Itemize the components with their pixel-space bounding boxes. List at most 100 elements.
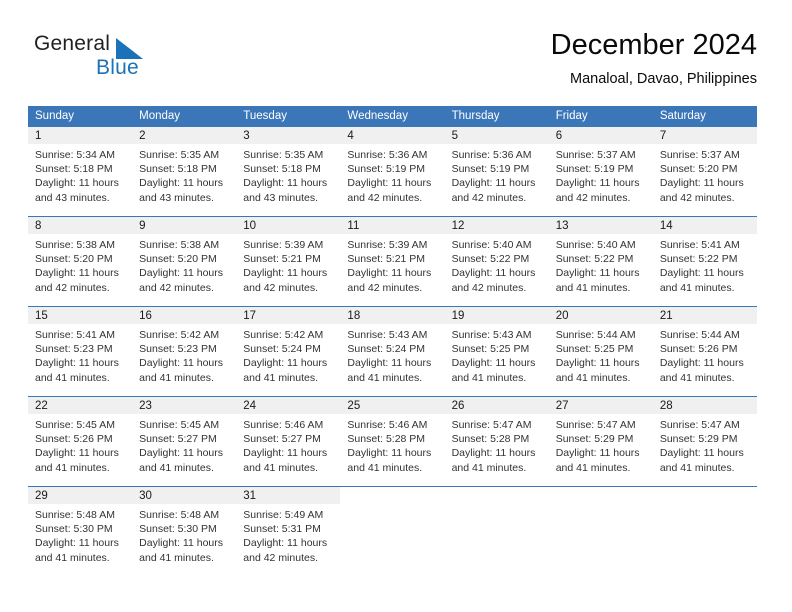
calendar-day-cell[interactable]: 28 Sunrise: 5:47 AM Sunset: 5:29 PM Dayligh… [652,396,757,487]
calendar-day-cell[interactable]: 12 Sunrise: 5:40 AM Sunset: 5:22 PM Dayligh… [444,216,549,307]
daylight-text-line1: Daylight: 11 hours [659,357,744,370]
sunrise-text: Sunrise: 5:47 AM [659,419,740,431]
day-cell-inner: 13 Sunrise: 5:40 AM Sunset: 5:22 PM Dayligh… [548,217,653,306]
calendar-day-cell[interactable]: 10 Sunrise: 5:39 AM Sunset: 5:21 PM Dayligh… [236,216,341,307]
calendar-day-cell-empty [444,486,549,576]
daylight-text-line2: and 41 minutes. [659,461,735,474]
sunrise-text: Sunrise: 5:43 AM [347,329,428,341]
sunrise-text: Sunrise: 5:38 AM [139,239,220,251]
day-number [549,487,653,504]
sunset-text: Sunset: 5:27 PM [243,433,321,446]
page-title: December 2024 [550,29,757,61]
calendar-day-cell[interactable]: 8 Sunrise: 5:38 AM Sunset: 5:20 PM Daylight… [28,216,133,307]
calendar-day-cell[interactable]: 22 Sunrise: 5:45 AM Sunset: 5:26 PM Dayligh… [28,396,133,487]
calendar-day-cell[interactable]: 11 Sunrise: 5:39 AM Sunset: 5:21 PM Dayligh… [340,216,445,307]
day-cell-inner: 17 Sunrise: 5:42 AM Sunset: 5:24 PM Dayligh… [236,307,341,396]
day-number [653,487,757,504]
calendar-day-cell[interactable]: 27 Sunrise: 5:47 AM Sunset: 5:29 PM Dayligh… [548,396,653,487]
daylight-text-line2: and 41 minutes. [35,461,110,474]
daylight-text-line1: Daylight: 11 hours [243,177,328,190]
calendar-day-cell[interactable]: 21 Sunrise: 5:44 AM Sunset: 5:26 PM Dayligh… [652,306,757,397]
day-details: Sunrise: 5:47 AM Sunset: 5:29 PM Daylight:… [653,414,757,475]
calendar-day-cell[interactable]: 30 Sunrise: 5:48 AM Sunset: 5:30 PM Dayligh… [132,486,237,576]
daylight-text-line2: and 41 minutes. [555,281,631,294]
day-number: 21 [652,307,757,324]
calendar-day-cell[interactable]: 19 Sunrise: 5:43 AM Sunset: 5:25 PM Dayligh… [444,306,549,397]
day-details [653,504,757,508]
daylight-text-line2: and 41 minutes. [139,461,214,474]
calendar-day-cell[interactable]: 23 Sunrise: 5:45 AM Sunset: 5:27 PM Dayligh… [132,396,237,487]
sunrise-text: Sunrise: 5:41 AM [659,239,740,251]
day-cell-inner: 23 Sunrise: 5:45 AM Sunset: 5:27 PM Dayligh… [132,397,237,486]
day-details: Sunrise: 5:36 AM Sunset: 5:19 PM Daylight:… [445,144,549,205]
day-details: Sunrise: 5:37 AM Sunset: 5:19 PM Daylight:… [549,144,653,205]
day-number: 1 [28,127,133,144]
sunrise-text: Sunrise: 5:48 AM [139,509,220,521]
calendar-day-cell[interactable]: 4 Sunrise: 5:36 AM Sunset: 5:19 PM Daylight… [340,127,445,217]
day-details: Sunrise: 5:44 AM Sunset: 5:25 PM Daylight:… [549,324,653,385]
sunrise-text: Sunrise: 5:44 AM [659,329,740,341]
day-cell-inner [445,487,549,576]
day-cell-inner: 16 Sunrise: 5:42 AM Sunset: 5:23 PM Dayligh… [132,307,237,396]
calendar-day-cell[interactable]: 1 Sunrise: 5:34 AM Sunset: 5:18 PM Daylight… [28,127,133,217]
sunset-text: Sunset: 5:18 PM [243,163,321,176]
daylight-text-line2: and 41 minutes. [347,461,423,474]
calendar-day-cell[interactable]: 9 Sunrise: 5:38 AM Sunset: 5:20 PM Daylight… [132,216,237,307]
calendar-day-cell[interactable]: 20 Sunrise: 5:44 AM Sunset: 5:25 PM Dayligh… [548,306,653,397]
day-details: Sunrise: 5:44 AM Sunset: 5:26 PM Daylight:… [653,324,757,385]
calendar-day-cell[interactable]: 17 Sunrise: 5:42 AM Sunset: 5:24 PM Dayligh… [236,306,341,397]
sunrise-text: Sunrise: 5:40 AM [555,239,636,251]
sunrise-text: Sunrise: 5:47 AM [451,419,532,431]
day-cell-inner: 28 Sunrise: 5:47 AM Sunset: 5:29 PM Dayligh… [652,397,757,486]
calendar-day-cell-empty [548,486,653,576]
daylight-text-line1: Daylight: 11 hours [243,537,328,550]
daylight-text-line1: Daylight: 11 hours [659,267,744,280]
daylight-text-line1: Daylight: 11 hours [243,267,328,280]
sunrise-text: Sunrise: 5:40 AM [451,239,532,251]
calendar-day-cell[interactable]: 24 Sunrise: 5:46 AM Sunset: 5:27 PM Dayligh… [236,396,341,487]
sunset-text: Sunset: 5:31 PM [243,523,321,536]
calendar-day-cell[interactable]: 5 Sunrise: 5:36 AM Sunset: 5:19 PM Daylight… [444,127,549,217]
day-number: 15 [28,307,133,324]
sunset-text: Sunset: 5:20 PM [139,253,217,266]
calendar-day-cell[interactable]: 25 Sunrise: 5:46 AM Sunset: 5:28 PM Dayligh… [340,396,445,487]
day-cell-inner: 12 Sunrise: 5:40 AM Sunset: 5:22 PM Dayligh… [444,217,549,306]
calendar-day-cell[interactable]: 2 Sunrise: 5:35 AM Sunset: 5:18 PM Daylight… [132,127,237,217]
day-cell-inner: 19 Sunrise: 5:43 AM Sunset: 5:25 PM Dayligh… [444,307,549,396]
calendar-day-cell-empty [652,486,757,576]
calendar-day-cell[interactable]: 16 Sunrise: 5:42 AM Sunset: 5:23 PM Dayligh… [132,306,237,397]
sunset-text: Sunset: 5:23 PM [139,343,217,356]
day-cell-inner: 18 Sunrise: 5:43 AM Sunset: 5:24 PM Dayligh… [340,307,445,396]
day-details: Sunrise: 5:41 AM Sunset: 5:23 PM Daylight:… [28,324,132,385]
calendar-day-cell[interactable]: 6 Sunrise: 5:37 AM Sunset: 5:19 PM Daylight… [548,127,653,217]
day-cell-inner: 29 Sunrise: 5:48 AM Sunset: 5:30 PM Dayligh… [28,487,133,576]
day-number: 9 [132,217,237,234]
day-cell-inner: 25 Sunrise: 5:46 AM Sunset: 5:28 PM Dayligh… [340,397,445,486]
calendar-day-cell-empty [340,486,445,576]
sunrise-text: Sunrise: 5:48 AM [35,509,115,521]
daylight-text-line1: Daylight: 11 hours [451,177,536,190]
sunset-text: Sunset: 5:22 PM [659,253,738,266]
daylight-text-line1: Daylight: 11 hours [35,357,119,370]
calendar-day-cell[interactable]: 3 Sunrise: 5:35 AM Sunset: 5:18 PM Daylight… [236,127,341,217]
sunrise-text: Sunrise: 5:36 AM [451,149,532,161]
sunrise-text: Sunrise: 5:49 AM [243,509,324,521]
day-number: 18 [340,307,445,324]
sunset-text: Sunset: 5:29 PM [659,433,738,446]
day-details: Sunrise: 5:35 AM Sunset: 5:18 PM Daylight:… [236,144,340,205]
calendar-day-cell[interactable]: 31 Sunrise: 5:49 AM Sunset: 5:31 PM Dayligh… [236,486,341,576]
calendar-day-cell[interactable]: 15 Sunrise: 5:41 AM Sunset: 5:23 PM Dayligh… [28,306,133,397]
general-blue-logo[interactable]: General Blue [34,32,214,90]
calendar-day-cell[interactable]: 18 Sunrise: 5:43 AM Sunset: 5:24 PM Dayligh… [340,306,445,397]
day-details: Sunrise: 5:39 AM Sunset: 5:21 PM Daylight:… [340,234,444,295]
day-details [549,504,653,508]
day-cell-inner: 20 Sunrise: 5:44 AM Sunset: 5:25 PM Dayligh… [548,307,653,396]
calendar-day-cell[interactable]: 13 Sunrise: 5:40 AM Sunset: 5:22 PM Dayligh… [548,216,653,307]
sunset-text: Sunset: 5:27 PM [139,433,217,446]
calendar-day-cell[interactable]: 7 Sunrise: 5:37 AM Sunset: 5:20 PM Daylight… [652,127,757,217]
day-number: 20 [548,307,653,324]
calendar-day-cell[interactable]: 14 Sunrise: 5:41 AM Sunset: 5:22 PM Dayligh… [652,216,757,307]
calendar-day-cell[interactable]: 26 Sunrise: 5:47 AM Sunset: 5:28 PM Dayligh… [444,396,549,487]
calendar-day-cell[interactable]: 29 Sunrise: 5:48 AM Sunset: 5:30 PM Dayligh… [28,486,133,576]
sunset-text: Sunset: 5:19 PM [451,163,530,176]
